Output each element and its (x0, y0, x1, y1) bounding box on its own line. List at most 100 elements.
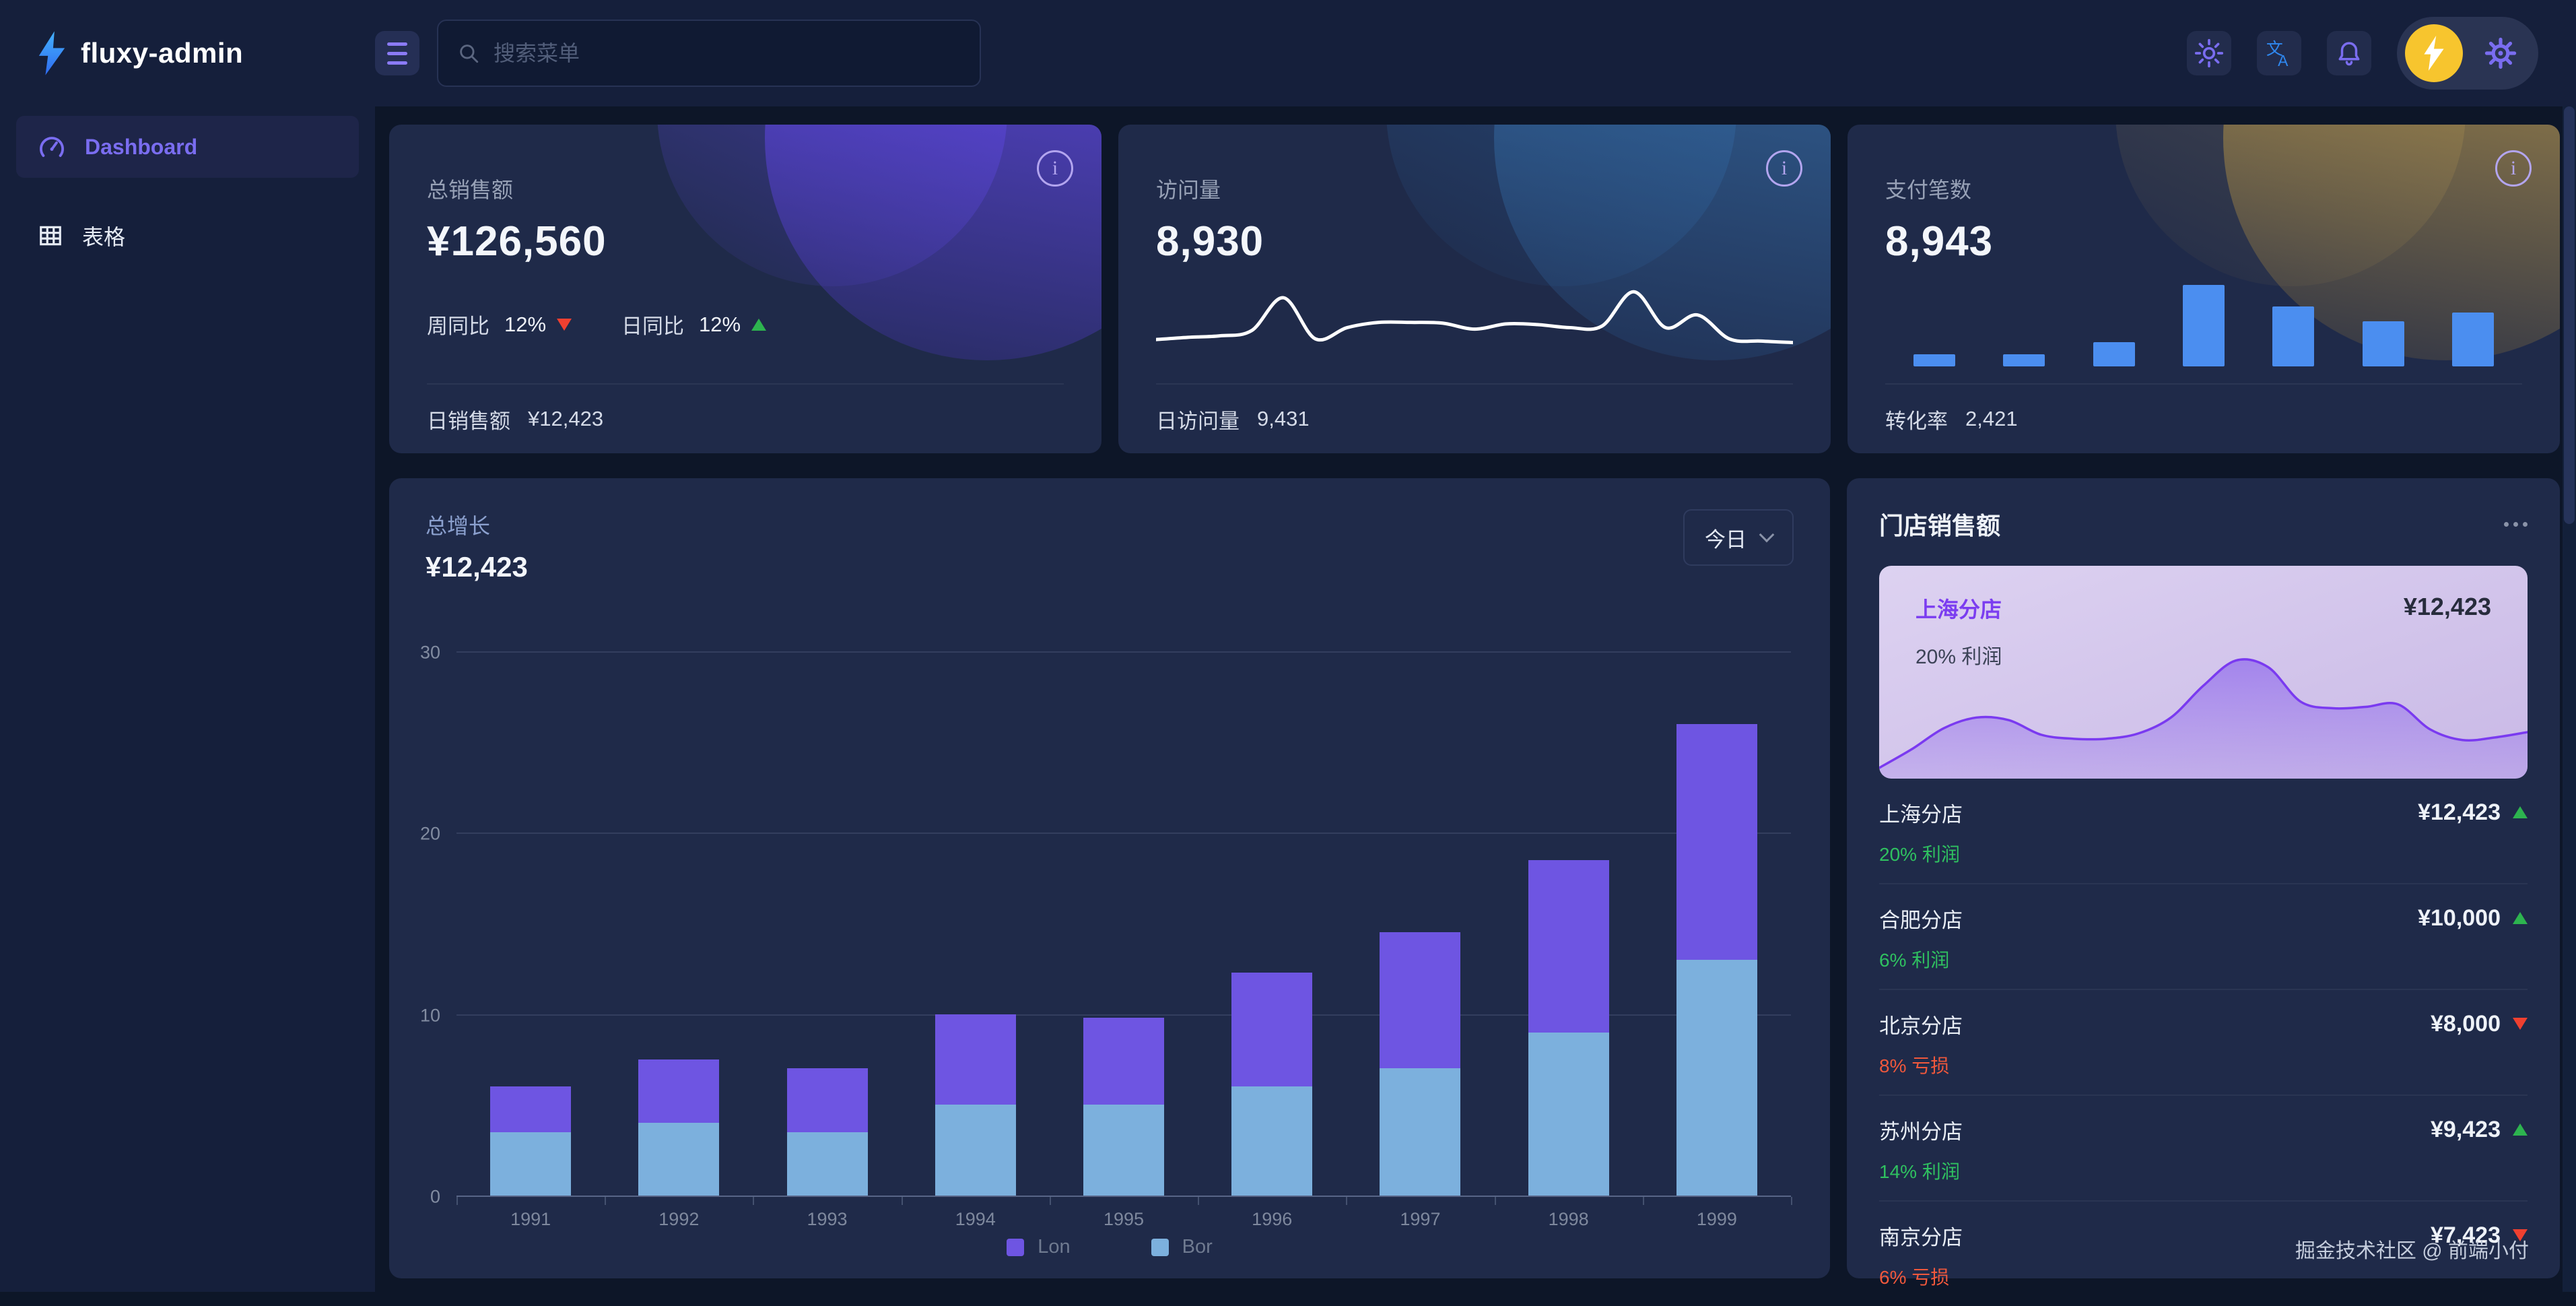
logo: fluxy-admin (0, 31, 375, 75)
gear-icon[interactable] (2483, 36, 2518, 71)
stores-header: 门店销售额 (1879, 507, 2528, 542)
bar-segment-bor (1231, 1086, 1312, 1196)
growth-title: 总增长 (426, 509, 528, 540)
legend-swatch (1007, 1239, 1024, 1256)
mini-bar (2183, 285, 2225, 366)
card-visits: i 访问量 8,930 日访问量 9,431 (1118, 125, 1831, 453)
x-tickmark (1050, 1197, 1051, 1205)
info-icon[interactable]: i (2495, 150, 2532, 187)
visits-sparkline-wrap (1156, 265, 1793, 383)
x-tickmark (1791, 1197, 1792, 1205)
y-tick-label: 10 (393, 1005, 440, 1026)
credit-text: 掘金技术社区 @ 前端小付 (2295, 1234, 2529, 1264)
menu-toggle-button[interactable] (375, 31, 419, 75)
chart-legend: Lon Bor (389, 1236, 1830, 1258)
stores-title: 门店销售额 (1879, 507, 2000, 542)
legend-item-bor[interactable]: Bor (1151, 1236, 1213, 1258)
trend-caret-icon (2513, 1123, 2528, 1136)
main-row: 总增长 ¥12,423 今日 0102030199119921993199419… (389, 478, 2560, 1278)
bar-group-1998[interactable] (1528, 651, 1609, 1196)
visits-sparkline-chart (1156, 282, 1793, 368)
highlight-store-profit: 20% 利润 (1916, 640, 2491, 670)
trend-caret-icon (2513, 912, 2528, 924)
bar-segment-lon (490, 1086, 571, 1132)
x-tick-label: 1991 (510, 1209, 551, 1230)
topbar-actions: 文 A (2187, 17, 2576, 90)
scrollbar-thumb[interactable] (2564, 106, 2575, 524)
bar-segment-bor (638, 1123, 719, 1196)
scrollbar[interactable] (2563, 106, 2576, 1292)
sidebar-item-table[interactable]: 表格 (16, 209, 359, 263)
store-row[interactable]: 合肥分店 6% 利润 ¥10,000 (1879, 883, 2528, 989)
highlight-store-value: ¥12,423 (2404, 593, 2491, 624)
svg-text:A: A (2278, 52, 2289, 69)
bar-segment-bor (1083, 1105, 1164, 1196)
bar-segment-bor (787, 1132, 868, 1196)
theme-toggle-button[interactable] (2187, 31, 2231, 75)
x-tick-label: 1993 (807, 1209, 848, 1230)
app-title: fluxy-admin (81, 37, 243, 69)
card-value: ¥126,560 (427, 218, 1064, 265)
more-icon[interactable] (2504, 515, 2528, 533)
x-tick-label: 1997 (1400, 1209, 1440, 1230)
store-row[interactable]: 苏州分店 14% 利润 ¥9,423 (1879, 1095, 2528, 1200)
bar-group-1992[interactable] (638, 651, 719, 1196)
card-trends: 周同比 12% 日同比 12% (427, 265, 1064, 383)
bar-group-1999[interactable] (1676, 651, 1757, 1196)
avatar[interactable] (2405, 24, 2463, 82)
x-tickmark (1643, 1197, 1644, 1205)
notifications-button[interactable] (2327, 31, 2371, 75)
x-tick-label: 1995 (1104, 1209, 1144, 1230)
info-icon[interactable]: i (1037, 150, 1073, 187)
bar-segment-lon (1083, 1018, 1164, 1105)
language-switch-button[interactable]: 文 A (2257, 31, 2301, 75)
bar-group-1991[interactable] (490, 651, 571, 1196)
bar-segment-lon (935, 1014, 1016, 1105)
x-tickmark (1198, 1197, 1199, 1205)
week-trend: 周同比 12% (427, 309, 572, 339)
sidebar-item-label: Dashboard (85, 135, 197, 160)
store-row[interactable]: 北京分店 8% 亏损 ¥8,000 (1879, 989, 2528, 1095)
search-icon (457, 42, 480, 65)
mini-bar (1913, 354, 1955, 366)
card-total-sales: i 总销售额 ¥126,560 周同比 12% 日同比 12% 日销售额 ¥12… (389, 125, 1101, 453)
growth-amount: ¥12,423 (426, 551, 528, 583)
legend-item-lon[interactable]: Lon (1007, 1236, 1070, 1258)
date-range-select[interactable]: 今日 (1683, 509, 1794, 566)
mini-bar (2272, 306, 2314, 366)
store-row[interactable]: 上海分店 20% 利润 ¥12,423 (1879, 779, 2528, 883)
mini-bar (2452, 313, 2494, 366)
mini-bar (2363, 321, 2404, 366)
bar-group-1993[interactable] (787, 651, 868, 1196)
bar-segment-lon (787, 1068, 868, 1132)
trend-caret-icon (2513, 1018, 2528, 1030)
table-icon (38, 223, 63, 249)
bar-group-1996[interactable] (1231, 651, 1312, 1196)
search-input[interactable] (494, 41, 961, 66)
bar-segment-bor (1380, 1068, 1460, 1196)
trend-caret-icon (2513, 806, 2528, 818)
bar-group-1994[interactable] (935, 651, 1016, 1196)
x-tick-label: 1999 (1697, 1209, 1737, 1230)
bar-segment-lon (1380, 932, 1460, 1068)
bar-segment-lon (638, 1059, 719, 1123)
day-trend: 日同比 12% (621, 309, 766, 339)
growth-chart-card: 总增长 ¥12,423 今日 0102030199119921993199419… (389, 478, 1830, 1278)
bar-group-1995[interactable] (1083, 651, 1164, 1196)
x-tick-label: 1994 (955, 1209, 996, 1230)
search-box[interactable] (437, 20, 981, 87)
info-icon[interactable]: i (1766, 150, 1802, 187)
x-tick-label: 1998 (1549, 1209, 1589, 1230)
bar-segment-bor (1676, 960, 1757, 1196)
store-highlight-card[interactable]: 上海分店 ¥12,423 20% 利润 (1879, 566, 2528, 779)
bar-group-1997[interactable] (1380, 651, 1460, 1196)
caret-down-icon (557, 319, 572, 331)
sidebar-item-dashboard[interactable]: Dashboard (16, 116, 359, 178)
user-settings-pill[interactable] (2397, 17, 2538, 90)
card-footer: 转化率 2,421 (1885, 385, 2522, 453)
card-label: 支付笔数 (1885, 173, 2522, 204)
mini-bar (2003, 354, 2045, 366)
x-tickmark (456, 1197, 458, 1205)
bar-segment-bor (490, 1132, 571, 1196)
topbar: fluxy-admin 文 A (0, 0, 2576, 106)
